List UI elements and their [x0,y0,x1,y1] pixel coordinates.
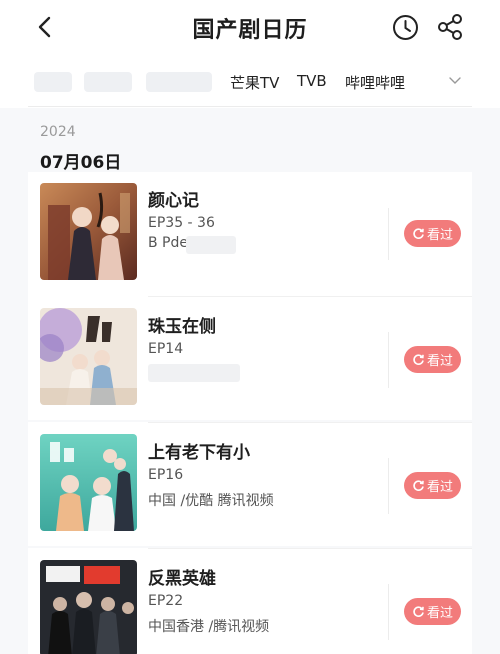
show-title[interactable]: 上有老下有小 [148,438,250,463]
show-card[interactable]: 反黑英雄 EP22 中国香港 /腾讯视频 看过 [28,548,472,654]
watched-button[interactable]: 看过 [404,220,461,247]
poster-image[interactable] [40,183,137,280]
episode-label: EP14 [148,341,184,357]
divider [148,296,472,297]
date-label: 07月06日 [40,153,122,173]
platform-tabs: 芒果TV TVB 哔哩哔哩 [0,62,500,102]
platform-label: 中国香港 /腾讯视频 [148,619,270,635]
divider [148,548,472,549]
show-card[interactable]: 上有老下有小 EP16 中国 /优酷 腾讯视频 看过 [28,422,472,546]
watched-label: 看过 [426,228,453,243]
show-title[interactable]: 珠玉在侧 [148,312,216,337]
poster-image[interactable] [40,308,137,405]
refresh-icon [413,480,424,491]
watched-button[interactable]: 看过 [404,472,461,499]
show-card[interactable]: 珠玉在侧 EP14 看过 [28,296,472,420]
divider [388,208,389,260]
platform-label: 中国 /优酷 腾讯视频 [148,493,274,509]
tab-blurred[interactable] [146,72,212,92]
divider [148,422,472,423]
tab-blurred[interactable] [34,72,72,92]
divider [28,106,472,107]
tab-mango-tv[interactable]: 芒果TV [230,72,279,93]
episode-label: EP22 [148,593,184,609]
watched-label: 看过 [426,606,453,621]
show-title[interactable]: 颜心记 [148,186,199,211]
show-title[interactable]: 反黑英雄 [148,564,216,589]
watched-button[interactable]: 看过 [404,346,461,373]
divider [388,584,389,640]
poster-image[interactable] [40,434,137,531]
tab-bilibili[interactable]: 哔哩哔哩 [345,72,405,93]
divider [388,332,389,388]
episode-label: EP35 - 36 [148,215,215,231]
tab-blurred[interactable] [84,72,132,92]
episode-label: EP16 [148,467,184,483]
refresh-icon [413,606,424,617]
watched-button[interactable]: 看过 [404,598,461,625]
date-section: 2024 07月06日 颜心记 EP35 - 36 B Pde 看过 珠玉在侧 … [0,108,500,654]
tab-tvb[interactable]: TVB [297,72,327,90]
blurred-text [186,236,236,254]
watched-label: 看过 [426,354,453,369]
divider [388,458,389,514]
show-card[interactable]: 颜心记 EP35 - 36 B Pde 看过 [28,172,472,296]
poster-image[interactable] [40,560,137,654]
clock-icon[interactable] [392,14,419,41]
blurred-text [148,364,240,382]
chevron-down-icon[interactable] [448,75,462,87]
share-icon[interactable] [436,13,464,41]
page-title: 国产剧日历 [192,18,308,43]
refresh-icon [413,228,424,239]
refresh-icon [413,354,424,365]
watched-label: 看过 [426,480,453,495]
top-bar: 国产剧日历 [0,0,500,56]
year-label: 2024 [40,124,76,140]
platform-label: B Pde [148,235,188,251]
